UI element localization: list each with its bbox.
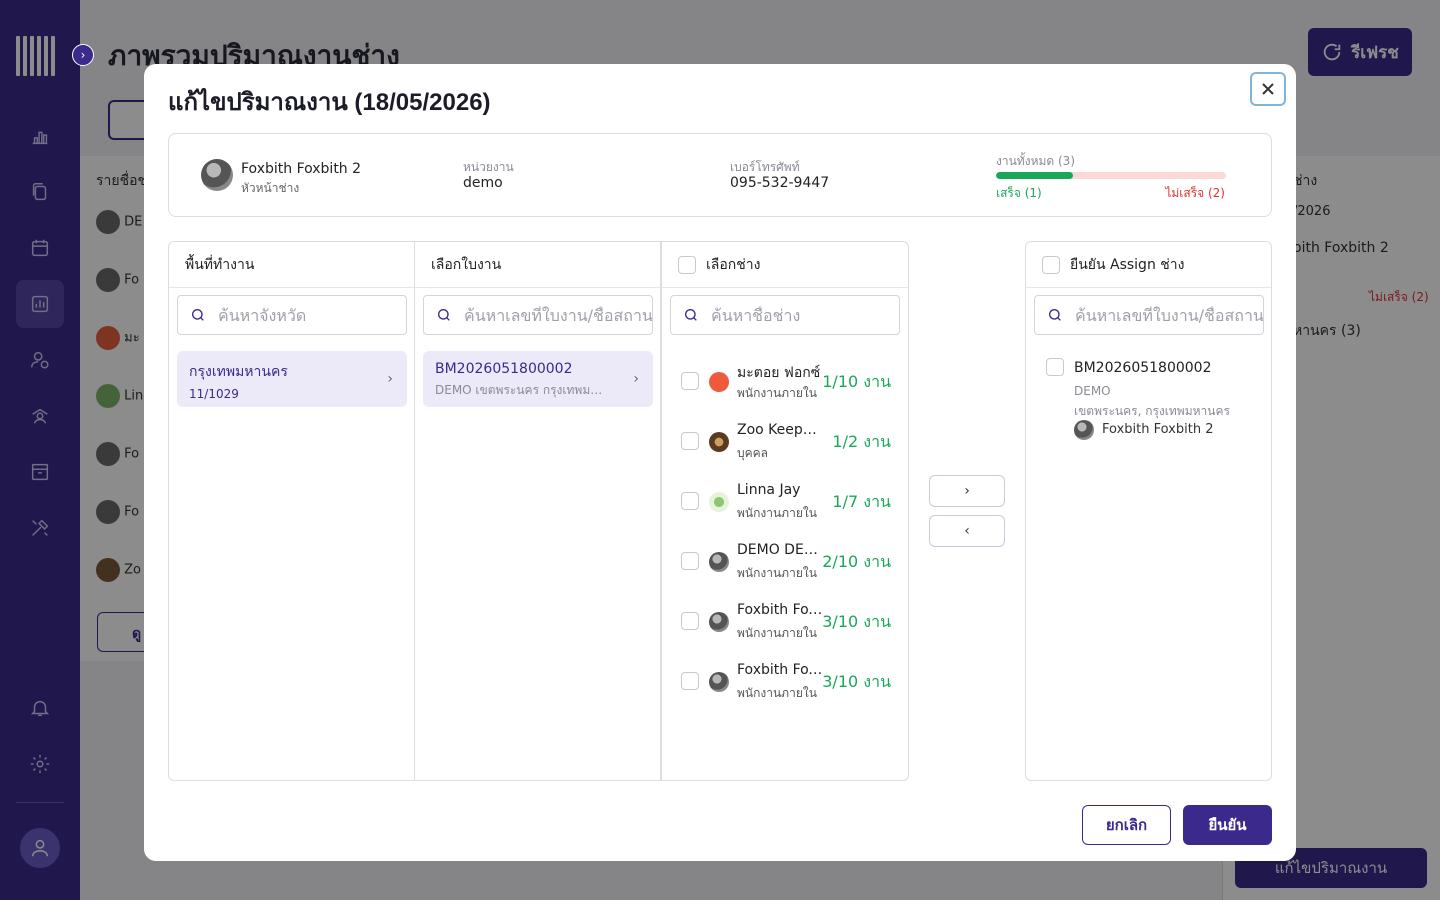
technician-panel-header: เลือกช่าง — [662, 242, 908, 288]
done-count: เสร็จ (1) — [996, 186, 1042, 200]
technician-checkbox[interactable] — [681, 552, 699, 570]
assign-panel-header: ยืนยัน Assign ช่าง — [1026, 242, 1271, 288]
chevron-left-icon: ‹ — [964, 523, 970, 539]
search-icon — [192, 309, 204, 321]
technician-avatar — [709, 432, 729, 452]
technician-workload: 1/7 งาน — [832, 492, 891, 511]
technician-avatar — [709, 612, 729, 632]
province-search-input[interactable] — [218, 305, 406, 325]
technician-search[interactable] — [670, 295, 900, 335]
technician-checkbox[interactable] — [681, 372, 699, 390]
search-icon — [685, 309, 697, 321]
confirm-button[interactable]: ยืนยัน — [1183, 805, 1272, 845]
job-progress-fill — [996, 172, 1073, 179]
province-item[interactable]: กรุงเทพมหานคร 11/1029 › — [177, 351, 407, 407]
lead-role: หัวหน้าช่าง — [241, 181, 300, 195]
technician-checkbox[interactable] — [681, 672, 699, 690]
technician-workload: 1/10 งาน — [822, 372, 891, 391]
assign-search-input[interactable] — [1075, 305, 1263, 325]
assign-panel: ยืนยัน Assign ช่าง BM2026051800002 DEMO … — [1025, 241, 1272, 781]
job-search-input[interactable] — [464, 305, 652, 325]
select-all-technicians-checkbox[interactable] — [678, 255, 696, 274]
area-panel-header: พื้นที่ทำงาน — [169, 242, 414, 288]
technician-panel: เลือกช่าง มะตอย ฟอกซ์ พนักงานภายใน 1/10 … — [661, 241, 909, 781]
search-icon — [438, 309, 450, 321]
lead-avatar — [201, 159, 233, 191]
technician-avatar — [709, 372, 729, 392]
cancel-button[interactable]: ยกเลิก — [1082, 805, 1171, 845]
notdone-count: ไม่เสร็จ (2) — [1165, 186, 1225, 200]
technician-avatar — [709, 672, 729, 692]
lead-name: Foxbith Foxbith 2 — [241, 161, 362, 177]
technician-checkbox[interactable] — [681, 612, 699, 630]
technician-row[interactable]: Linna Jay พนักงานภายใน 1/7 งาน — [681, 480, 891, 524]
unit-value: demo — [463, 175, 503, 191]
move-left-button[interactable]: ‹ — [929, 515, 1005, 547]
technician-avatar — [709, 552, 729, 572]
technician-checkbox[interactable] — [681, 492, 699, 510]
assigned-tech-avatar — [1074, 420, 1094, 440]
total-jobs-label: งานทั้งหมด (3) — [996, 154, 1075, 168]
move-right-button[interactable]: › — [929, 475, 1005, 507]
sidebar-collapse-button[interactable]: › — [72, 44, 94, 66]
technician-row[interactable]: Foxbith Foxbith พนักงานภายใน 3/10 งาน — [681, 600, 891, 644]
edit-workload-modal: แก้ไขปริมาณงาน (18/05/2026) Foxbith Foxb… — [144, 64, 1296, 861]
assign-search[interactable] — [1034, 295, 1264, 335]
technician-row[interactable]: มะตอย ฟอกซ์ พนักงานภายใน 1/10 งาน — [681, 360, 891, 404]
chevron-right-icon: › — [387, 371, 393, 387]
assigned-job-checkbox[interactable] — [1046, 358, 1064, 376]
phone-value: 095-532-9447 — [730, 175, 830, 191]
chevron-right-icon: › — [633, 371, 639, 387]
chevron-right-icon: › — [964, 483, 970, 499]
technician-workload: 1/2 งาน — [832, 432, 891, 451]
modal-title: แก้ไขปริมาณงาน (18/05/2026) — [168, 89, 491, 116]
job-search[interactable] — [423, 295, 653, 335]
select-all-assigned-checkbox[interactable] — [1042, 255, 1060, 274]
close-button[interactable] — [1250, 72, 1286, 106]
technician-checkbox[interactable] — [681, 432, 699, 450]
technician-row[interactable]: Zoo Keeper1 บุคคล 1/2 งาน — [681, 420, 891, 464]
search-icon — [1049, 309, 1061, 321]
area-panel: พื้นที่ทำงาน กรุงเทพมหานคร 11/1029 › — [168, 241, 415, 781]
job-item[interactable]: BM2026051800002 DEMO เขตพระนคร กรุงเทพมห… — [423, 351, 653, 407]
job-panel: เลือกใบงาน BM2026051800002 DEMO เขตพระนค… — [414, 241, 661, 781]
technician-avatar — [709, 492, 729, 512]
technician-workload: 3/10 งาน — [822, 672, 891, 691]
province-search[interactable] — [177, 295, 407, 335]
technician-search-input[interactable] — [711, 305, 899, 325]
technician-workload: 3/10 งาน — [822, 612, 891, 631]
technician-workload: 2/10 งาน — [822, 552, 891, 571]
technician-row[interactable]: DEMO DEMO พนักงานภายใน 2/10 งาน — [681, 540, 891, 584]
close-icon — [1262, 83, 1274, 95]
job-panel-header: เลือกใบงาน — [415, 242, 660, 288]
lead-info-card: Foxbith Foxbith 2 หัวหน้าช่าง หน่วยงาน d… — [168, 133, 1272, 217]
technician-row[interactable]: Foxbith Foxbith พนักงานภายใน 3/10 งาน — [681, 660, 891, 704]
job-progress-bar — [996, 172, 1226, 179]
